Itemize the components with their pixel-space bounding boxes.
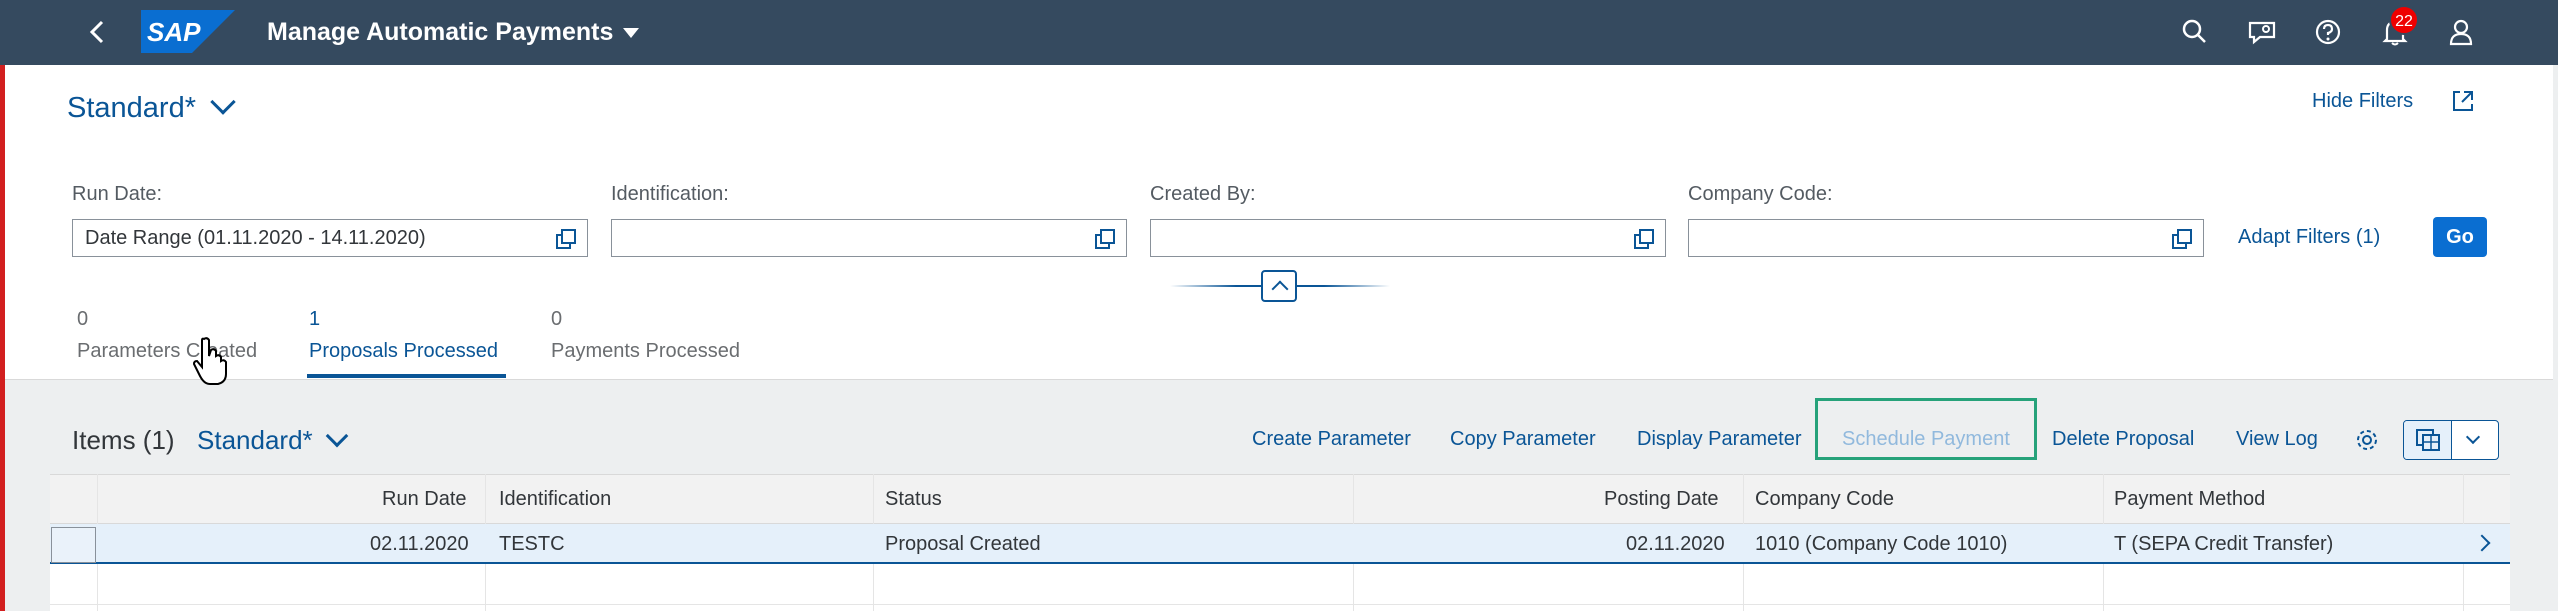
highlight-frame <box>1815 398 2037 460</box>
sap-logo[interactable]: SAP <box>141 10 235 53</box>
column-header-posting-date[interactable]: Posting Date <box>1604 486 1719 512</box>
spreadsheet-icon <box>2416 429 2440 451</box>
selected-tab-indicator <box>307 374 506 378</box>
chevron-left-icon <box>89 20 104 44</box>
help-icon[interactable] <box>2310 14 2346 50</box>
back-button[interactable] <box>80 14 116 50</box>
run-date-label: Run Date: <box>72 183 163 205</box>
chevron-down-icon[interactable] <box>2465 429 2481 445</box>
go-button[interactable]: Go <box>2433 217 2487 257</box>
chevron-down-icon <box>325 424 348 448</box>
variant-management[interactable]: Standard* <box>67 89 236 126</box>
cell-run-date: 02.11.2020 <box>370 533 469 555</box>
hand-cursor-icon <box>192 337 227 385</box>
cell-company-code: 1010 (Company Code 1010) <box>1755 533 2008 555</box>
app-title-menu[interactable]: Manage Automatic Payments <box>267 17 640 47</box>
column-header-payment-method[interactable]: Payment Method <box>2114 486 2265 512</box>
run-date-input[interactable]: Date Range (01.11.2020 - 14.11.2020) <box>72 219 588 257</box>
value-help-icon[interactable] <box>2171 228 2193 250</box>
run-date-value: Date Range (01.11.2020 - 14.11.2020) <box>85 227 426 249</box>
tab-count: 0 <box>77 308 89 330</box>
collapse-header-button[interactable] <box>1261 270 1297 302</box>
created-by-label: Created By: <box>1150 183 1256 205</box>
cell-status: Proposal Created <box>885 533 1041 555</box>
row-selector[interactable] <box>51 527 96 563</box>
chevron-down-icon <box>210 89 236 115</box>
tab-label: Payments Processed <box>551 340 740 362</box>
company-code-input[interactable] <box>1688 219 2204 257</box>
tab-payments-processed[interactable]: 0 Payments Processed <box>551 306 740 364</box>
table-title: Items (1) <box>72 425 175 455</box>
share-icon[interactable] <box>2450 88 2476 114</box>
tab-count: 0 <box>551 308 563 330</box>
caret-down-icon <box>623 28 640 39</box>
column-header-status[interactable]: Status <box>885 486 942 512</box>
created-by-input[interactable] <box>1150 219 1666 257</box>
gear-icon[interactable] <box>2354 427 2380 453</box>
delete-proposal-button[interactable]: Delete Proposal <box>2052 426 2194 452</box>
user-icon[interactable] <box>2443 14 2479 50</box>
column-header-identification[interactable]: Identification <box>499 486 611 512</box>
tab-proposals-processed[interactable]: 1 Proposals Processed <box>309 306 498 364</box>
export-button[interactable] <box>2404 421 2452 459</box>
cell-posting-date: 02.11.2020 <box>1626 533 1725 555</box>
value-help-icon[interactable] <box>1094 228 1116 250</box>
view-log-button[interactable]: View Log <box>2236 426 2318 452</box>
cell-payment-method: T (SEPA Credit Transfer) <box>2114 533 2334 555</box>
column-header-run-date[interactable]: Run Date <box>382 486 467 512</box>
chevron-up-icon <box>1271 280 1289 298</box>
display-parameter-button[interactable]: Display Parameter <box>1637 426 1802 452</box>
value-help-icon[interactable] <box>1633 228 1655 250</box>
table-variant-management[interactable]: Standard* <box>197 424 348 456</box>
copy-parameter-button[interactable]: Copy Parameter <box>1450 426 1596 452</box>
tab-label: Proposals Processed <box>309 340 498 362</box>
notification-badge: 22 <box>2389 5 2419 35</box>
row-divider <box>50 604 2510 605</box>
identification-label: Identification: <box>611 183 729 205</box>
value-help-icon[interactable] <box>555 228 577 250</box>
variant-name: Standard* <box>67 92 196 124</box>
feedback-icon[interactable] <box>2244 14 2280 50</box>
tab-count: 1 <box>309 308 321 330</box>
table-variant-name: Standard* <box>197 425 313 455</box>
svg-text:SAP: SAP <box>147 17 201 47</box>
adapt-filters-button[interactable]: Adapt Filters (1) <box>2238 224 2380 250</box>
identification-input[interactable] <box>611 219 1127 257</box>
export-menu-button[interactable] <box>2403 420 2499 460</box>
column-header-company-code[interactable]: Company Code <box>1755 486 1894 512</box>
app-title: Manage Automatic Payments <box>267 18 614 46</box>
shell-bar: SAP Manage Automatic Payments 22 <box>0 0 2558 65</box>
create-parameter-button[interactable]: Create Parameter <box>1252 426 1411 452</box>
hide-filters-button[interactable]: Hide Filters <box>2312 88 2413 114</box>
search-icon[interactable] <box>2177 14 2213 50</box>
cell-identification: TESTC <box>499 533 565 555</box>
company-code-label: Company Code: <box>1688 183 1833 205</box>
